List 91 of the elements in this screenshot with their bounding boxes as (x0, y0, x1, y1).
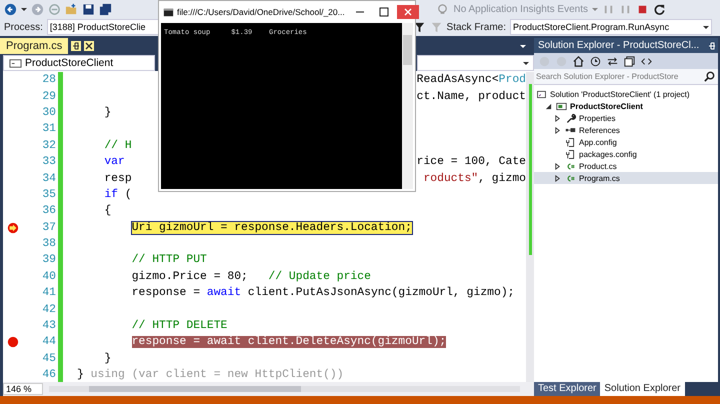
restart-icon[interactable] (653, 2, 666, 16)
sync-icon[interactable] (606, 54, 619, 68)
navigation-dropdown[interactable]: ProductStoreClient (3, 55, 155, 71)
line-number: 46 (41, 369, 56, 382)
tree-item[interactable]: App.config (534, 136, 718, 148)
home-icon[interactable] (572, 54, 585, 68)
caret-icon[interactable] (523, 60, 529, 66)
caret-icon[interactable] (21, 6, 27, 12)
code-text: roducts", gizmo (423, 172, 526, 185)
class-icon (9, 56, 22, 70)
process-label: Process: (4, 22, 43, 32)
line-number: 31 (41, 123, 56, 136)
clock-icon[interactable] (589, 54, 602, 68)
line-number: 44 (41, 336, 56, 348)
tree-item[interactable]: References (534, 124, 718, 136)
tree-item[interactable]: Product.cs (534, 160, 718, 172)
code-text: resp (104, 172, 132, 185)
breakpoint-arrow-icon[interactable] (7, 222, 19, 234)
code-text: // HTTP DELETE (132, 320, 228, 332)
code-text: // HTTP PUT (132, 254, 207, 266)
zoom-dropdown[interactable]: 146 % (3, 383, 43, 395)
line-number: 32 (41, 140, 56, 152)
pin-icon[interactable] (71, 41, 82, 51)
breakpoint-icon[interactable] (7, 336, 19, 348)
code-text: // H (104, 140, 132, 152)
code-text: var (104, 156, 125, 168)
panel-tab[interactable]: Test Explorer (534, 382, 600, 396)
tree-item[interactable]: Program.cs (534, 172, 718, 184)
code-text: } (104, 352, 112, 365)
line-number: 37 (41, 222, 56, 234)
collapsed-arrow-icon[interactable] (554, 114, 561, 122)
collapsed-arrow-icon[interactable] (554, 162, 561, 170)
line-number: 35 (41, 188, 56, 201)
code-text: ReadAsAsync<Prod (416, 74, 526, 86)
code-text: gizmo.Price = 80; // Update price (132, 270, 371, 283)
code-text: Uri gizmoUrl = response.Headers.Location; (132, 222, 412, 234)
project-icon (556, 100, 567, 112)
tree-item[interactable]: packages.config (534, 148, 718, 160)
config-file-icon (565, 136, 576, 148)
line-number: 40 (41, 270, 56, 283)
line-number: 45 (41, 352, 56, 365)
line-number: 28 (41, 74, 56, 86)
line-number: 41 (41, 287, 56, 300)
close-icon[interactable] (84, 41, 94, 51)
window-title: file:///C:/Users/David/OneDrive/School/_20... (177, 7, 345, 17)
line-number: 42 (41, 304, 56, 316)
line-number: 34 (41, 172, 56, 185)
folder-icon[interactable] (65, 2, 78, 16)
panel-title: Solution Explorer - ProductStoreCl... (538, 40, 700, 51)
search-icon[interactable] (703, 70, 716, 83)
solution-icon (536, 88, 547, 100)
horizontal-scrollbar[interactable] (48, 386, 520, 392)
save-all-icon[interactable] (99, 2, 112, 16)
save-icon[interactable] (82, 2, 95, 16)
line-number: 33 (41, 156, 56, 168)
tree-item[interactable]: Solution 'ProductStoreClient' (1 project) (534, 88, 718, 100)
code-text: ct.Name, product (416, 90, 526, 103)
caret-icon[interactable] (520, 43, 526, 49)
line-number: 39 (41, 254, 56, 266)
code-text: { (104, 205, 112, 218)
code-text: } (104, 106, 112, 119)
line-number: 36 (41, 205, 56, 218)
expanded-arrow-icon[interactable] (545, 102, 552, 110)
document-tab[interactable]: Program.cs (0, 38, 68, 54)
caret-icon[interactable] (703, 24, 709, 30)
stack-frame-dropdown[interactable]: ProductStoreClient.Program.RunAsync (510, 19, 712, 35)
line-number: 29 (41, 90, 56, 103)
vertical-scrollbar[interactable] (402, 23, 413, 189)
tree-item[interactable]: ProductStoreClient (534, 100, 718, 112)
back-icon[interactable] (4, 2, 17, 16)
collapsed-arrow-icon[interactable] (554, 126, 561, 134)
search-field[interactable]: Search Solution Explorer - ProductStore (534, 69, 718, 85)
collapsed-arrow-icon[interactable] (554, 174, 561, 182)
vertical-scrollbar[interactable] (526, 72, 534, 382)
code-text: response = await client.PutAsJsonAsync(gizmoUrl, gizmo); (132, 287, 514, 300)
panel-tab[interactable]: Solution Explorer (600, 382, 685, 396)
config-file-icon (565, 148, 576, 160)
code-text: } using (var client = new HttpClient()) (77, 369, 344, 382)
stack-frame-label: Stack Frame: (446, 22, 506, 32)
code-text: rice = 100, Cate (416, 156, 526, 168)
code-text: if ( (104, 188, 132, 201)
line-number: 38 (41, 238, 56, 250)
line-number: 30 (41, 106, 56, 119)
process-dropdown[interactable]: [3188] ProductStoreClie (46, 19, 159, 35)
csharp-file-icon (565, 160, 576, 172)
tree-item[interactable]: Properties (534, 112, 718, 124)
line-number: 43 (41, 320, 56, 332)
csharp-file-icon (565, 172, 576, 184)
code-text: response = await client.DeleteAsync(gizmoUrl); (132, 336, 446, 348)
collapse-icon[interactable] (623, 54, 636, 68)
wrench-icon (565, 112, 576, 124)
